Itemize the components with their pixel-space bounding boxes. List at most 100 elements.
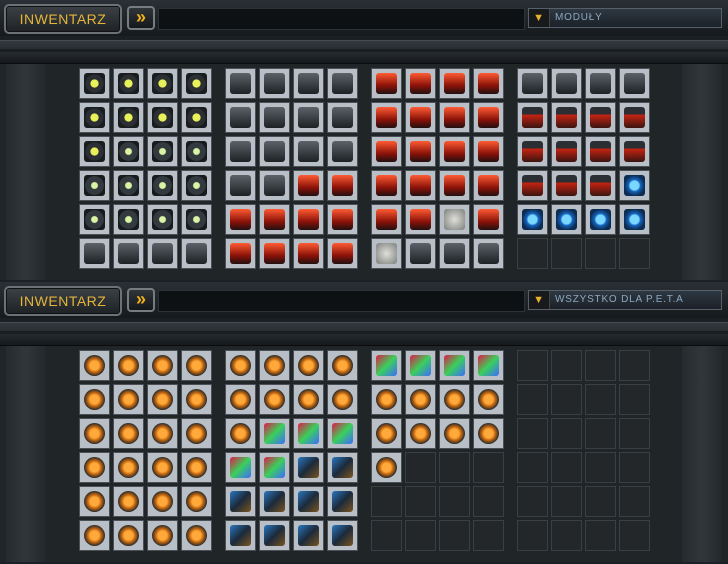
inventory-slot[interactable]	[181, 486, 212, 517]
inventory-slot[interactable]	[225, 350, 256, 381]
inventory-slot[interactable]	[259, 350, 290, 381]
inventory-slot[interactable]	[79, 170, 110, 201]
inventory-slot-empty[interactable]	[551, 452, 582, 483]
inventory-slot[interactable]	[327, 418, 358, 449]
inventory-slot[interactable]	[439, 68, 470, 99]
inventory-slot[interactable]	[619, 204, 650, 235]
inventory-slot[interactable]	[551, 204, 582, 235]
inventory-slot[interactable]	[259, 384, 290, 415]
inventory-slot[interactable]	[79, 238, 110, 269]
inventory-slot[interactable]	[327, 384, 358, 415]
inventory-slot-empty[interactable]	[551, 350, 582, 381]
inventory-slot-empty[interactable]	[517, 452, 548, 483]
inventory-slot[interactable]	[293, 384, 324, 415]
inventory-slot[interactable]	[113, 520, 144, 551]
inventory-slot[interactable]	[79, 520, 110, 551]
inventory-slot[interactable]	[113, 350, 144, 381]
inventory-slot[interactable]	[113, 418, 144, 449]
inventory-slot[interactable]	[327, 102, 358, 133]
inventory-slot[interactable]	[585, 136, 616, 167]
inventory-slot-empty[interactable]	[619, 418, 650, 449]
inventory-slot[interactable]	[551, 102, 582, 133]
inventory-slot[interactable]	[405, 136, 436, 167]
inventory-slot-empty[interactable]	[517, 486, 548, 517]
inventory-slot[interactable]	[147, 68, 178, 99]
inventory-slot[interactable]	[181, 418, 212, 449]
inventory-slot[interactable]	[79, 68, 110, 99]
inventory-slot[interactable]	[585, 68, 616, 99]
inventory-slot[interactable]	[225, 102, 256, 133]
inventory-slot[interactable]	[551, 68, 582, 99]
inventory-slot-empty[interactable]	[551, 238, 582, 269]
inventory-slot-empty[interactable]	[585, 384, 616, 415]
inventory-slot[interactable]	[473, 170, 504, 201]
expand-arrow-button[interactable]: »	[127, 288, 155, 312]
inventory-slot[interactable]	[293, 204, 324, 235]
inventory-slot[interactable]	[181, 350, 212, 381]
inventory-slot[interactable]	[619, 170, 650, 201]
inventory-slot[interactable]	[439, 204, 470, 235]
inventory-slot-empty[interactable]	[585, 350, 616, 381]
inventory-slot-empty[interactable]	[585, 418, 616, 449]
inventory-slot[interactable]	[113, 384, 144, 415]
inventory-slot[interactable]	[147, 204, 178, 235]
inventory-slot[interactable]	[371, 136, 402, 167]
inventory-slot[interactable]	[327, 68, 358, 99]
inventory-slot[interactable]	[551, 170, 582, 201]
inventory-slot[interactable]	[147, 350, 178, 381]
inventory-slot-empty[interactable]	[405, 486, 436, 517]
inventory-slot[interactable]	[473, 204, 504, 235]
inventory-slot[interactable]	[439, 170, 470, 201]
inventory-slot[interactable]	[371, 384, 402, 415]
inventory-slot[interactable]	[473, 418, 504, 449]
inventory-slot[interactable]	[405, 418, 436, 449]
inventory-slot[interactable]	[293, 136, 324, 167]
inventory-slot-empty[interactable]	[619, 238, 650, 269]
inventory-slot-empty[interactable]	[439, 452, 470, 483]
inventory-slot[interactable]	[517, 170, 548, 201]
inventory-button[interactable]: INWENTARZ	[4, 286, 122, 316]
inventory-slot-empty[interactable]	[371, 520, 402, 551]
inventory-slot[interactable]	[619, 68, 650, 99]
inventory-slot[interactable]	[293, 238, 324, 269]
inventory-slot[interactable]	[259, 170, 290, 201]
inventory-slot-empty[interactable]	[585, 486, 616, 517]
inventory-slot-empty[interactable]	[551, 418, 582, 449]
inventory-slot[interactable]	[225, 238, 256, 269]
inventory-slot[interactable]	[327, 136, 358, 167]
inventory-slot[interactable]	[79, 204, 110, 235]
inventory-slot[interactable]	[225, 520, 256, 551]
inventory-slot[interactable]	[79, 350, 110, 381]
inventory-slot[interactable]	[619, 102, 650, 133]
inventory-slot[interactable]	[327, 520, 358, 551]
inventory-slot[interactable]	[585, 102, 616, 133]
inventory-slot[interactable]	[225, 204, 256, 235]
inventory-slot[interactable]	[327, 452, 358, 483]
inventory-slot-empty[interactable]	[405, 520, 436, 551]
inventory-slot[interactable]	[439, 384, 470, 415]
inventory-slot[interactable]	[259, 452, 290, 483]
inventory-slot[interactable]	[327, 350, 358, 381]
inventory-slot[interactable]	[293, 452, 324, 483]
inventory-slot[interactable]	[113, 170, 144, 201]
inventory-slot[interactable]	[371, 170, 402, 201]
inventory-slot[interactable]	[225, 418, 256, 449]
inventory-slot[interactable]	[181, 238, 212, 269]
inventory-slot[interactable]	[147, 102, 178, 133]
inventory-slot[interactable]	[79, 486, 110, 517]
inventory-slot[interactable]	[79, 102, 110, 133]
inventory-slot[interactable]	[259, 520, 290, 551]
inventory-slot[interactable]	[181, 102, 212, 133]
inventory-slot[interactable]	[147, 452, 178, 483]
inventory-slot[interactable]	[371, 452, 402, 483]
inventory-slot-empty[interactable]	[517, 520, 548, 551]
inventory-slot[interactable]	[371, 68, 402, 99]
inventory-slot[interactable]	[551, 136, 582, 167]
inventory-slot-empty[interactable]	[619, 384, 650, 415]
inventory-slot[interactable]	[473, 350, 504, 381]
inventory-slot[interactable]	[517, 102, 548, 133]
inventory-slot-empty[interactable]	[619, 350, 650, 381]
inventory-slot[interactable]	[405, 102, 436, 133]
inventory-button[interactable]: INWENTARZ	[4, 4, 122, 34]
inventory-slot[interactable]	[585, 204, 616, 235]
